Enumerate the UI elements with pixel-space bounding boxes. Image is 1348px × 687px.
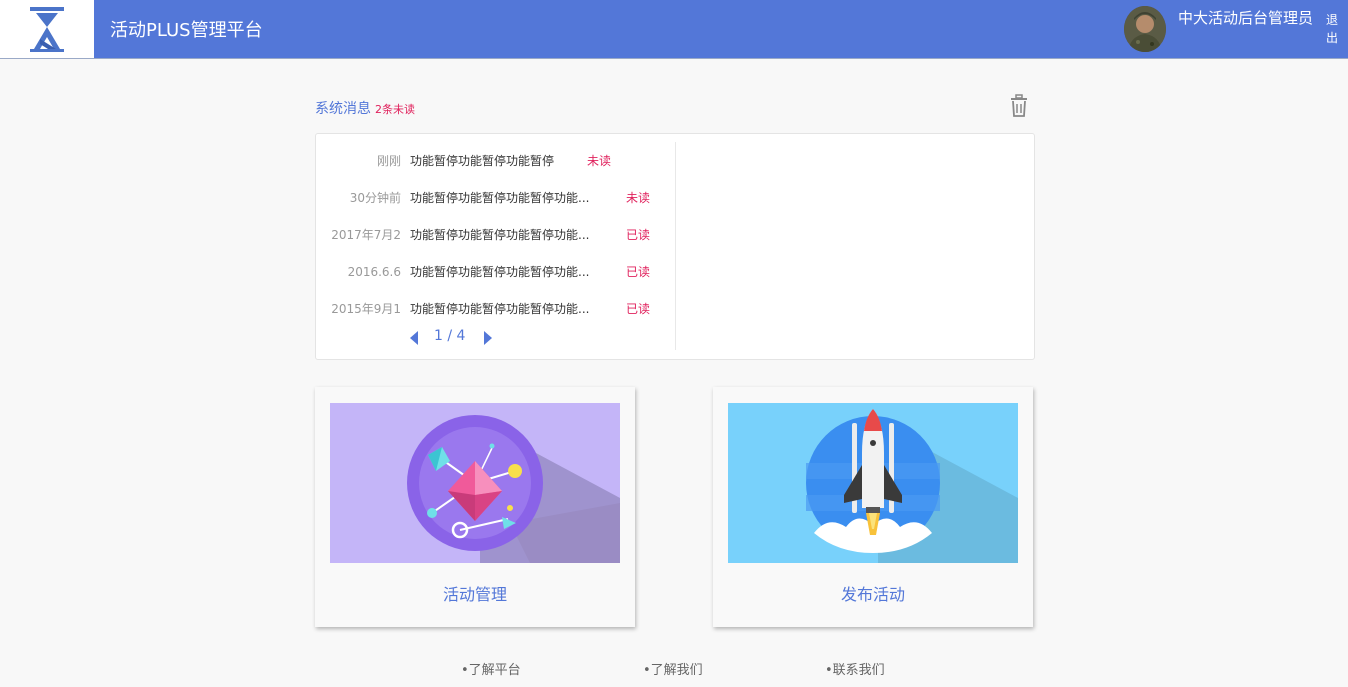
message-item[interactable]: 2015年9月1 功能暂停功能暂停功能暂停功能... 已读 [316, 299, 666, 319]
footer-link-about-platform[interactable]: •了解平台 [461, 659, 521, 678]
avatar[interactable] [1124, 6, 1166, 52]
message-text: 功能暂停功能暂停功能暂停 [410, 154, 555, 168]
publish-activity-card[interactable]: 发布活动 [713, 387, 1033, 627]
pagination: 1 / 4 [410, 328, 500, 348]
trash-icon[interactable] [1008, 94, 1030, 118]
app-title: 活动PLUS管理平台 [110, 20, 263, 41]
logo-icon [30, 7, 64, 52]
message-text: 功能暂停功能暂停功能暂停功能... [410, 228, 590, 242]
page-indicator: 1 / 4 [434, 328, 466, 344]
messages-heading: 系统消息 2条未读 [315, 98, 415, 118]
logout-button[interactable]: 退出 [1326, 11, 1340, 47]
message-time: 2017年7月2 [331, 228, 401, 242]
message-status: 未读 [626, 191, 651, 205]
message-status: 已读 [626, 228, 651, 242]
avatar-icon [1124, 6, 1166, 52]
footer-link-contact-us[interactable]: •联系我们 [825, 659, 885, 678]
message-text: 功能暂停功能暂停功能暂停功能... [410, 265, 590, 279]
message-item[interactable]: 2017年7月2 功能暂停功能暂停功能暂停功能... 已读 [316, 225, 666, 245]
messages-title: 系统消息 [315, 101, 371, 117]
publish-activity-label: 发布活动 [840, 585, 905, 604]
prev-page-icon[interactable] [410, 331, 420, 349]
activity-management-card[interactable]: 活动管理 [315, 387, 635, 627]
logo[interactable] [0, 0, 94, 58]
message-status: 已读 [626, 265, 651, 279]
message-item[interactable]: 2016.6.6 功能暂停功能暂停功能暂停功能... 已读 [316, 262, 666, 282]
message-time: 30分钟前 [349, 191, 401, 205]
messages-panel: 刚刚 功能暂停功能暂停功能暂停 未读 30分钟前 功能暂停功能暂停功能暂停功能.… [315, 133, 1035, 360]
message-item[interactable]: 刚刚 功能暂停功能暂停功能暂停 未读 [316, 151, 666, 171]
rocket-illustration-icon [728, 403, 1018, 563]
panel-divider [675, 142, 676, 350]
admin-name[interactable]: 中大活动后台管理员 [1178, 7, 1314, 30]
message-time: 2015年9月1 [331, 302, 401, 316]
message-status: 未读 [587, 154, 612, 168]
top-header: 活动PLUS管理平台 中大活动后台管理员 退出 [0, 0, 1348, 59]
unread-count-badge: 2条未读 [375, 103, 415, 116]
diamond-illustration-icon [330, 403, 620, 563]
message-time: 2016.6.6 [347, 265, 401, 279]
activity-management-label: 活动管理 [442, 585, 507, 604]
message-time: 刚刚 [376, 154, 401, 168]
message-item[interactable]: 30分钟前 功能暂停功能暂停功能暂停功能... 未读 [316, 188, 666, 208]
message-text: 功能暂停功能暂停功能暂停功能... [410, 191, 590, 205]
next-page-icon[interactable] [482, 331, 492, 349]
footer-link-about-us[interactable]: •了解我们 [643, 659, 703, 678]
message-status: 已读 [626, 302, 651, 316]
message-text: 功能暂停功能暂停功能暂停功能... [410, 302, 590, 316]
